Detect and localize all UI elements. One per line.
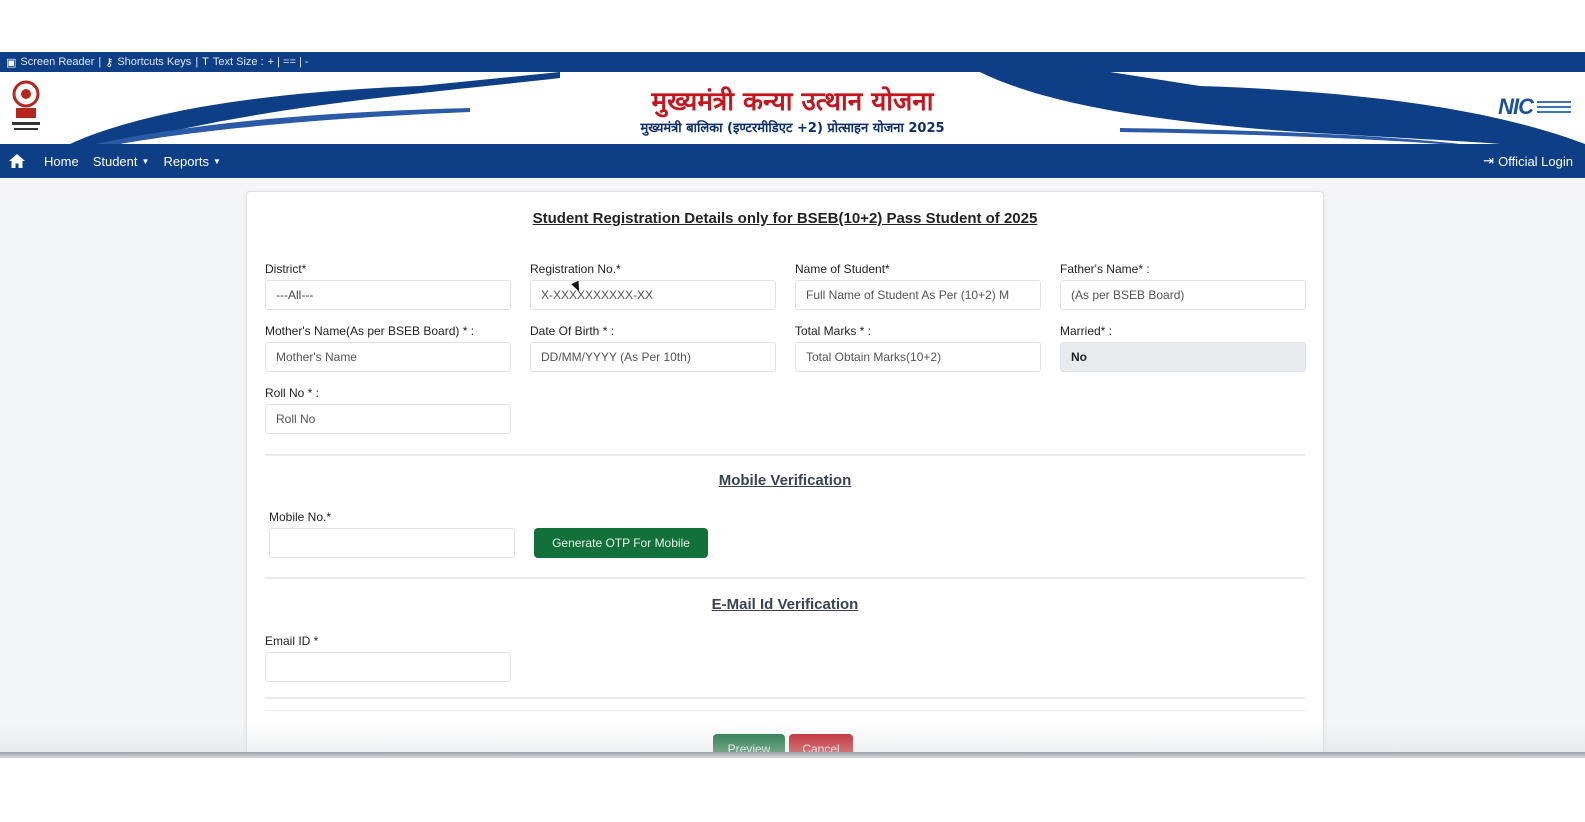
- nav-student-dropdown[interactable]: Student ▼: [93, 154, 150, 169]
- dob-label: Date Of Birth * :: [530, 324, 615, 338]
- mobile-no-input[interactable]: [269, 528, 515, 558]
- scheme-subtitle: मुख्यमंत्री बालिका (इण्टरमीडिएट +2) प्रो…: [640, 121, 945, 136]
- dob-field: Date Of Birth * :: [530, 324, 776, 372]
- district-selected-value: ---All---: [276, 288, 314, 302]
- screen-reader-link[interactable]: Screen Reader: [20, 56, 94, 68]
- shortcut-keys-link[interactable]: Shortcuts Keys: [117, 56, 191, 68]
- section-divider: [265, 697, 1305, 699]
- browser-viewport: ▣ Screen Reader | ⚷ Shortcuts Keys | T T…: [0, 52, 1585, 757]
- site-header: मुख्यमंत्री कन्या उत्थान योजना मुख्यमंत्…: [0, 72, 1585, 144]
- mother-name-label: Mother's Name(As per BSEB Board) * :: [265, 324, 475, 338]
- nav-student-label: Student: [92, 153, 138, 169]
- separator: |: [98, 56, 102, 68]
- total-marks-field: Total Marks * :: [795, 324, 1041, 372]
- mobile-no-field: Mobile No.*: [269, 510, 515, 558]
- scheme-title: मुख्यमंत्री कन्या उत्थान योजना: [651, 87, 934, 117]
- official-login-link[interactable]: ⇥ Official Login: [1483, 153, 1573, 169]
- registration-form-card: Student Registration Details only for BS…: [246, 191, 1324, 757]
- generate-otp-button[interactable]: Generate OTP For Mobile: [534, 528, 708, 558]
- caret-down-icon: ▼: [141, 156, 150, 166]
- screen-reader-icon: ▣: [6, 56, 17, 69]
- registration-no-label: Registration No.*: [530, 262, 621, 276]
- text-size-label: Text Size :: [212, 56, 264, 68]
- login-icon: ⇥: [1483, 153, 1495, 168]
- home-icon[interactable]: [4, 151, 30, 171]
- student-name-input[interactable]: [795, 280, 1041, 310]
- nic-logo: NIC: [1498, 94, 1571, 120]
- main-navbar: Home Student ▼ Reports ▼ ⇥ Official Logi…: [0, 144, 1585, 178]
- section-divider: [265, 454, 1305, 456]
- text-size-controls[interactable]: + | == | -: [268, 56, 309, 68]
- roll-no-input[interactable]: [265, 404, 511, 434]
- district-select[interactable]: ---All---: [265, 280, 511, 310]
- father-name-label: Father's Name* :: [1060, 262, 1150, 276]
- student-name-label: Name of Student*: [795, 262, 890, 276]
- district-field: District* ---All---: [265, 262, 511, 310]
- married-field: Married* : No: [1060, 324, 1306, 372]
- mobile-verification-title: Mobile Verification: [718, 472, 852, 489]
- mother-name-field: Mother's Name(As per BSEB Board) * :: [265, 324, 511, 372]
- mobile-no-label: Mobile No.*: [269, 510, 332, 524]
- dob-input[interactable]: [530, 342, 776, 372]
- text-size-icon: T: [202, 56, 209, 68]
- roll-no-label: Roll No * :: [265, 386, 320, 400]
- nav-home-label: Home: [44, 153, 79, 169]
- email-input[interactable]: [265, 652, 511, 682]
- student-name-field: Name of Student*: [795, 262, 1041, 310]
- email-verification-title: E-Mail Id Verification: [711, 596, 859, 613]
- married-value: No: [1071, 350, 1087, 364]
- father-name-input[interactable]: [1060, 280, 1306, 310]
- mother-name-input[interactable]: [265, 342, 511, 372]
- registration-no-field: Registration No.*: [530, 262, 776, 310]
- accessibility-bar: ▣ Screen Reader | ⚷ Shortcuts Keys | T T…: [0, 52, 1585, 72]
- married-label: Married* :: [1060, 324, 1113, 338]
- caret-down-icon: ▼: [212, 156, 221, 166]
- nav-reports-label: Reports: [163, 153, 209, 169]
- roll-no-field: Roll No * :: [265, 386, 511, 434]
- married-readonly-value: No: [1060, 342, 1306, 372]
- key-icon: ⚷: [105, 56, 114, 69]
- official-login-label: Official Login: [1498, 153, 1573, 169]
- separator: |: [195, 56, 199, 68]
- district-label: District*: [265, 262, 307, 276]
- total-marks-label: Total Marks * :: [795, 324, 872, 338]
- nic-logo-lines: [1537, 101, 1571, 113]
- section-divider: [265, 577, 1305, 579]
- nav-reports-dropdown[interactable]: Reports ▼: [163, 154, 220, 169]
- email-field: Email ID *: [265, 634, 511, 682]
- email-label: Email ID *: [265, 634, 319, 648]
- nic-logo-text: NIC: [1498, 94, 1534, 119]
- father-name-field: Father's Name* :: [1060, 262, 1306, 310]
- section-divider: [265, 710, 1305, 711]
- nav-home[interactable]: Home: [44, 154, 79, 169]
- viewport-bottom-edge: [0, 752, 1585, 758]
- form-title: Student Registration Details only for BS…: [532, 210, 1038, 227]
- total-marks-input[interactable]: [795, 342, 1041, 372]
- registration-no-input[interactable]: [530, 280, 776, 310]
